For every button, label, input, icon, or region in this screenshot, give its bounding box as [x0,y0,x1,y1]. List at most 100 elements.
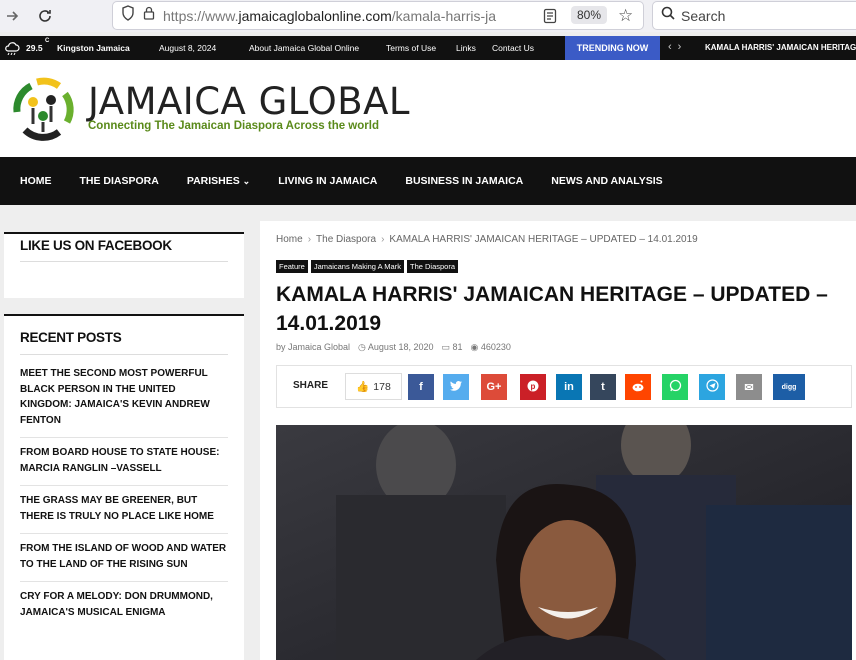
forward-icon[interactable] [0,3,26,29]
search-placeholder: Search [681,7,726,24]
chevron-right-icon[interactable]: › [678,41,688,53]
tumblr-icon: t [601,381,605,393]
whatsapp-share-button[interactable] [662,374,688,400]
whatsapp-icon [669,379,682,395]
weather-cloud-icon [4,41,20,57]
article-meta: by Jamaica Global ◷ August 18, 2020 ▭ 81… [276,342,511,353]
nav-living-in-jamaica[interactable]: LIVING IN JAMAICA [264,175,391,187]
share-label: SHARE [293,380,329,391]
article-title: KAMALA HARRIS' JAMAICAN HERITAGE – UPDAT… [276,283,828,335]
recent-post-item[interactable]: MEET THE SECOND MOST POWERFUL BLACK PERS… [20,355,228,438]
telegram-share-button[interactable] [699,374,725,400]
site-tagline: Connecting The Jamaican Diaspora Across … [88,120,379,132]
article-comments[interactable]: ▭ 81 [441,342,462,353]
reddit-icon [631,380,645,395]
url-text[interactable]: https://www.jamaicaglobalonline.com/kama… [163,8,519,24]
bookmark-star-icon[interactable]: ☆ [618,6,633,26]
nav-news-and-analysis[interactable]: NEWS AND ANALYSIS [537,175,676,187]
url-bar[interactable]: https://www.jamaicaglobalonline.com/kama… [112,1,644,30]
main-navigation: HOME THE DIASPORA PARISHES ⌄ LIVING IN J… [0,157,856,205]
article-date: August 18, 2020 [367,342,434,352]
reddit-share-button[interactable] [625,374,651,400]
top-link-links[interactable]: Links [456,43,476,53]
trending-now-label: TRENDING NOW [565,36,660,60]
eye-icon: ◉ [470,342,479,352]
comment-icon: ▭ [441,342,450,352]
reader-view-icon[interactable] [543,8,557,29]
trending-headline[interactable]: KAMALA HARRIS' JAMAICAN HERITAG [705,43,856,52]
top-link-about[interactable]: About Jamaica Global Online [249,43,359,53]
like-button[interactable]: 👍 178 [345,373,402,400]
site-header: JAMAICA GLOBAL Connecting The Jamaican D… [0,60,856,157]
email-share-button[interactable]: ✉ [736,374,762,400]
breadcrumb: Home › The Diaspora › KAMALA HARRIS' JAMAICA… [276,234,698,245]
location: Kingston Jamaica [57,43,130,53]
facebook-share-button[interactable]: f [408,374,434,400]
nav-parishes[interactable]: PARISHES ⌄ [173,175,264,187]
pinterest-icon: p [527,380,539,395]
temperature: 29.5 [26,43,43,53]
google-plus-icon: G+ [486,381,502,393]
recent-post-item[interactable]: FROM BOARD HOUSE TO STATE HOUSE: MARCIA … [20,438,228,486]
chevron-left-icon[interactable]: ‹ [668,41,678,53]
article-date-group: ◷ August 18, 2020 [358,342,433,353]
top-link-terms[interactable]: Terms of Use [386,43,436,53]
nav-the-diaspora[interactable]: THE DIASPORA [66,175,173,187]
logo-emblem-icon[interactable] [7,72,79,149]
recent-posts-title: RECENT POSTS [20,330,228,355]
article-container: Home › The Diaspora › KAMALA HARRIS' JAMAICA… [260,221,856,660]
lock-icon[interactable] [143,6,155,25]
google-plus-share-button[interactable]: G+ [481,374,507,400]
nav-home[interactable]: HOME [0,175,66,187]
category-tags: Feature Jamaicans Making A Mark The Dias… [276,260,459,273]
article-views: ◉ 460230 [471,342,511,353]
category-the-diaspora[interactable]: The Diaspora [406,260,459,273]
telegram-icon [705,379,719,395]
tumblr-share-button[interactable]: t [590,374,616,400]
temperature-unit: C [45,38,50,44]
twitter-share-button[interactable] [443,374,469,400]
article-author[interactable]: by Jamaica Global [276,342,350,353]
top-info-bar: 29.5 C Kingston Jamaica August 8, 2024 A… [0,36,856,60]
top-link-contact[interactable]: Contact Us [492,43,534,53]
linkedin-share-button[interactable]: in [556,374,582,400]
pinterest-share-button[interactable]: p [520,374,546,400]
trending-arrows[interactable]: ‹› [668,41,687,53]
breadcrumb-current: KAMALA HARRIS' JAMAICAN HERITAGE – UPDAT… [389,234,698,245]
share-bar: SHARE 👍 178 f G+ p in t ✉ digg [276,365,852,408]
zoom-level-badge[interactable]: 80% [571,6,608,24]
envelope-icon: ✉ [744,381,754,394]
chevron-down-icon: ⌄ [242,176,251,186]
nav-business-in-jamaica[interactable]: BUSINESS IN JAMAICA [391,175,537,187]
nav-parishes-label: PARISHES [186,175,240,187]
category-feature[interactable]: Feature [276,260,308,273]
shield-icon[interactable] [121,5,135,26]
like-count: 178 [373,380,391,393]
recent-post-item[interactable]: THE GRASS MAY BE GREENER, BUT THERE IS T… [20,486,228,534]
linkedin-icon: in [564,381,574,393]
facebook-widget: LIKE US ON FACEBOOK [4,232,244,298]
search-icon [661,6,675,25]
breadcrumb-diaspora[interactable]: The Diaspora [316,234,376,245]
facebook-icon: f [419,381,423,393]
browser-search-box[interactable]: Search [652,1,856,30]
category-jamaicans-making-a-mark[interactable]: Jamaicans Making A Mark [310,260,404,273]
svg-text:p: p [531,382,536,391]
breadcrumb-separator-icon: › [381,234,385,245]
site-logo-title[interactable]: JAMAICA GLOBAL [88,80,410,123]
url-domain: jamaicaglobalonline.com [238,7,392,24]
comment-count: 81 [452,342,463,352]
article-featured-photo[interactable] [276,425,852,660]
digg-share-button[interactable]: digg [773,374,805,400]
breadcrumb-separator-icon: › [307,234,312,245]
recent-posts-widget: RECENT POSTS MEET THE SECOND MOST POWERF… [4,314,244,660]
view-count: 460230 [480,342,511,352]
breadcrumb-home[interactable]: Home [276,234,303,245]
digg-icon: digg [781,383,797,391]
recent-post-item[interactable]: FROM THE ISLAND OF WOOD AND WATER TO THE… [20,534,228,582]
reload-icon[interactable] [32,3,58,29]
clock-icon: ◷ [358,342,366,352]
thumbs-up-icon: 👍 [356,381,370,393]
twitter-icon [450,380,462,394]
recent-post-item[interactable]: CRY FOR A MELODY: DON DRUMMOND, JAMAICA'… [20,582,228,629]
